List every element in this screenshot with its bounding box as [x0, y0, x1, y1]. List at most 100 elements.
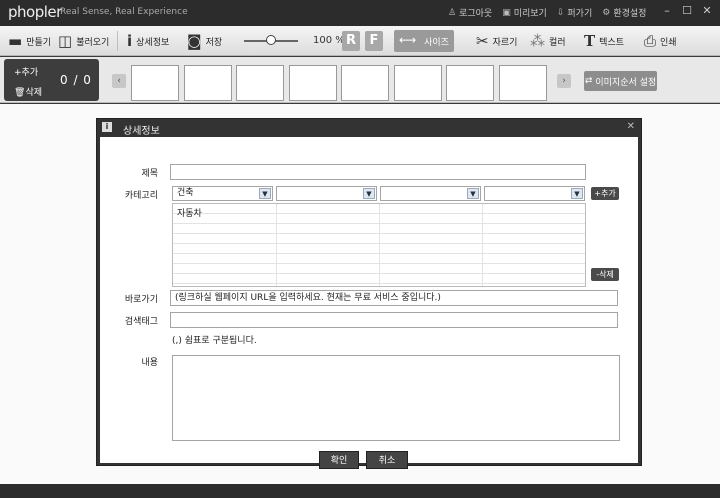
thumbnail-slot[interactable]: [131, 65, 179, 101]
content-label: 내용: [141, 358, 158, 368]
rotate-button[interactable]: R: [342, 31, 360, 51]
settings-link[interactable]: ⚙ 환경설정: [602, 6, 647, 20]
print-button[interactable]: ⎙ 인쇄: [644, 26, 677, 56]
tags-input[interactable]: [170, 312, 618, 328]
image-count: 0 / 0: [60, 73, 92, 87]
status-bar: [0, 484, 720, 498]
image-strip: +추가 🗑삭제 0 / 0 ‹ › ⇄ 이미지순서 설정: [0, 57, 720, 103]
category-select-4[interactable]: ▼: [484, 186, 585, 201]
category-delete-button[interactable]: -삭제: [591, 268, 619, 281]
category-add-button[interactable]: +추가: [591, 187, 619, 200]
list-item[interactable]: [173, 224, 585, 234]
add-image-button[interactable]: +추가: [14, 65, 38, 78]
make-button[interactable]: ▬ 만들기: [8, 26, 51, 56]
subject-input[interactable]: [170, 164, 586, 180]
next-arrow-icon[interactable]: ›: [557, 74, 571, 88]
dialog-close-icon[interactable]: ✕: [627, 121, 635, 132]
tags-hint: (,) 쉼표로 구분됩니다.: [172, 336, 257, 346]
content-textarea[interactable]: [172, 355, 620, 441]
flip-button[interactable]: F: [365, 31, 383, 51]
logout-label: 로그아웃: [459, 9, 493, 19]
make-label: 만들기: [26, 37, 52, 48]
info-label: 상세정보: [136, 37, 170, 48]
zoom-slider-handle[interactable]: [266, 35, 276, 45]
category-select-3[interactable]: ▼: [380, 186, 481, 201]
info-button[interactable]: i 상세정보: [127, 26, 169, 56]
thumbnail-slot[interactable]: [446, 65, 494, 101]
category-label: 카테고리: [124, 191, 158, 201]
printer-icon: ⎙: [644, 31, 657, 50]
details-dialog: i 상세정보 ✕ 제목 카테고리 건축 ▼ ▼ ▼ ▼ +추가 자동차 -삭제 바…: [96, 118, 642, 469]
delete-image-button[interactable]: 🗑삭제: [14, 85, 42, 98]
zoom-level: 100 %: [313, 35, 345, 46]
title-links: ♙ 로그아웃 ▣ 미리보기 ⇩ 퍼가기 ⚙ 환경설정: [448, 6, 647, 20]
crop-label: 자르기: [492, 37, 518, 48]
image-order-label: 이미지순서 설정: [595, 77, 657, 88]
chevron-down-icon: ▼: [571, 188, 583, 199]
save-button[interactable]: ◙ 저장: [187, 26, 222, 56]
list-item[interactable]: [173, 254, 585, 264]
chevron-down-icon: ▼: [259, 188, 271, 199]
dialog-title: 상세정보: [123, 126, 160, 137]
disk-icon: ◙: [187, 31, 202, 50]
window-controls: – ☐ ✕: [660, 4, 714, 18]
color-circles-icon: ⁂: [530, 31, 545, 50]
text-button[interactable]: T 텍스트: [584, 26, 624, 56]
app-logo: phopler: [8, 3, 62, 21]
logout-link[interactable]: ♙ 로그아웃: [448, 6, 493, 20]
chevron-down-icon: ▼: [467, 188, 479, 199]
maximize-icon[interactable]: ☐: [680, 4, 694, 18]
minimize-icon[interactable]: –: [660, 4, 674, 18]
thumbnail-slot[interactable]: [393, 65, 442, 101]
info-icon: i: [127, 31, 133, 50]
thumbnail-slot[interactable]: [498, 65, 547, 101]
link-label: 바로가기: [124, 295, 158, 305]
size-icon: ⟷: [399, 33, 417, 47]
main-toolbar: ▬ 만들기 ◫ 불러오기 i 상세정보 ◙ 저장 100 % R F ⟷ 사이즈 ✂ 자르기…: [0, 26, 720, 56]
image-order-button[interactable]: ⇄ 이미지순서 설정: [584, 71, 657, 91]
info-icon: i: [102, 122, 112, 132]
prev-arrow-icon[interactable]: ‹: [112, 74, 126, 88]
export-link[interactable]: ⇩ 퍼가기: [557, 6, 593, 20]
export-label: 퍼가기: [567, 9, 593, 19]
list-item[interactable]: [173, 274, 585, 284]
preview-icon: ▣: [502, 7, 511, 18]
category-select-2[interactable]: ▼: [276, 186, 377, 201]
cancel-button[interactable]: 취소: [366, 451, 408, 469]
thumbnail-slot[interactable]: [183, 65, 232, 101]
list-item[interactable]: [173, 264, 585, 274]
print-label: 인쇄: [660, 37, 677, 48]
swap-icon: ⇄: [584, 76, 593, 86]
thumbnail-slot[interactable]: [341, 65, 389, 101]
save-label: 저장: [205, 37, 223, 48]
text-label: 텍스트: [599, 37, 625, 48]
list-item[interactable]: 자동차: [173, 204, 585, 219]
user-icon: ♙: [448, 7, 457, 18]
preview-label: 미리보기: [513, 9, 547, 19]
list-item[interactable]: [173, 244, 585, 254]
dialog-body: 제목 카테고리 건축 ▼ ▼ ▼ ▼ +추가 자동차 -삭제 바로가기 (링크하실…: [100, 137, 638, 469]
close-icon[interactable]: ✕: [700, 4, 714, 18]
link-input[interactable]: (링크하실 웹페이지 URL을 입력하세요. 현재는 무료 서비스 중입니다.): [170, 290, 618, 306]
ok-button[interactable]: 확인: [319, 451, 359, 469]
size-label: 사이즈: [424, 37, 449, 48]
delete-label: 삭제: [25, 88, 42, 98]
category-select-1[interactable]: 건축 ▼: [172, 186, 273, 201]
size-button[interactable]: ⟷ 사이즈: [394, 30, 454, 52]
tags-label: 검색태그: [124, 317, 158, 327]
dialog-title-bar: i 상세정보 ✕: [97, 119, 641, 137]
trash-icon: 🗑: [14, 88, 26, 98]
subject-label: 제목: [141, 169, 158, 179]
strip-controls: +추가 🗑삭제 0 / 0: [4, 59, 99, 101]
thumbnail-slot[interactable]: [288, 65, 337, 101]
crop-button[interactable]: ✂ 자르기: [476, 26, 517, 56]
thumbnail-slot[interactable]: [236, 65, 284, 101]
open-label: 불러오기: [76, 37, 110, 48]
preview-link[interactable]: ▣ 미리보기: [502, 6, 547, 20]
list-item[interactable]: [173, 214, 585, 224]
color-button[interactable]: ⁂ 컬러: [530, 26, 566, 56]
settings-label: 환경설정: [613, 9, 647, 19]
open-button[interactable]: ◫ 불러오기: [58, 26, 109, 56]
list-item[interactable]: [173, 234, 585, 244]
gear-icon: ⚙: [602, 7, 611, 18]
